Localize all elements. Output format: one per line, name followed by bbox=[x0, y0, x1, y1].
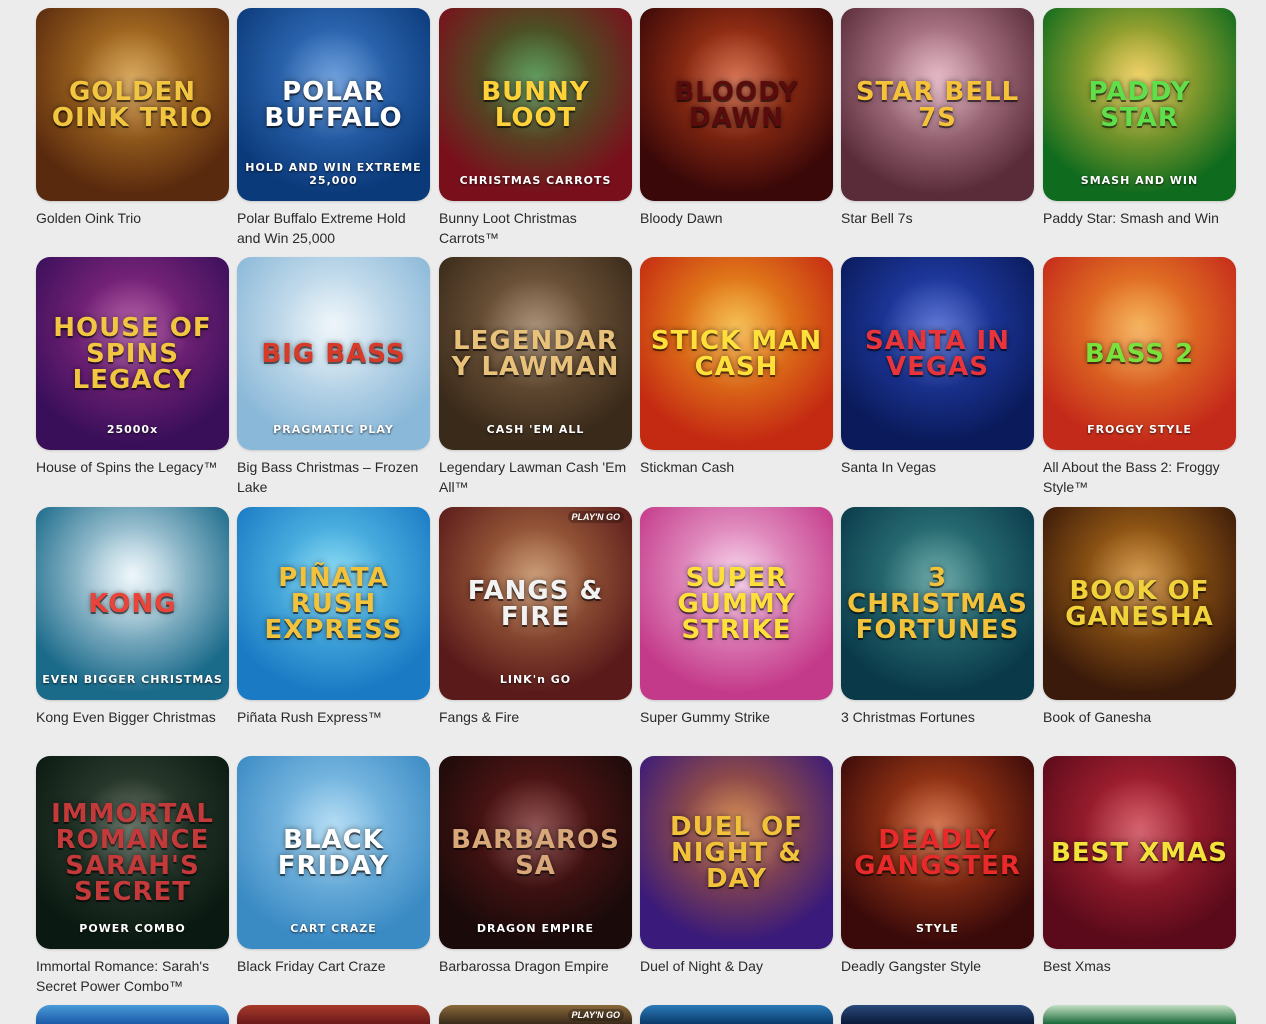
game-title-label[interactable]: 3 Christmas Fortunes bbox=[841, 707, 1031, 727]
game-title-label[interactable]: Piñata Rush Express™ bbox=[237, 707, 427, 727]
game-artwork-title: STAR BELL 7s bbox=[855, 76, 1020, 133]
game-title-label[interactable]: Santa In Vegas bbox=[841, 457, 1031, 477]
game-artwork-title: PIÑATA RUSH EXPRESS bbox=[264, 562, 403, 645]
game-tile-best-xmas[interactable]: BEST XMAS bbox=[1043, 756, 1236, 949]
artwork-glow bbox=[277, 277, 390, 390]
game-tile-partial[interactable] bbox=[640, 1005, 833, 1024]
game-title-label[interactable]: Fangs & Fire bbox=[439, 707, 629, 727]
game-title-label[interactable]: Paddy Star: Smash and Win bbox=[1043, 208, 1233, 228]
game-artwork-subtitle: DRAGON EMPIRE bbox=[476, 922, 595, 935]
game-artwork-title: BUNNY LOOT bbox=[481, 76, 590, 133]
game-artwork-title: BARBAROSSA bbox=[451, 824, 620, 881]
game-title-label[interactable]: Book of Ganesha bbox=[1043, 707, 1233, 727]
game-tile-deadly-gangster-style[interactable]: DEADLY GANGSTER STYLE bbox=[841, 756, 1034, 949]
game-title-label[interactable]: Legendary Lawman Cash 'Em All™ bbox=[439, 457, 629, 497]
game-artwork-subtitle: SMASH AND WIN bbox=[1080, 174, 1199, 187]
artwork-glow bbox=[76, 527, 189, 640]
game-artwork-subtitle: FROGGY STYLE bbox=[1087, 423, 1192, 436]
game-artwork-title: POLAR BUFFALO bbox=[264, 76, 403, 133]
game-tile-duel-of-night-day[interactable]: DUEL OF NIGHT & DAY bbox=[640, 756, 833, 949]
game-tile-super-gummy-strike[interactable]: SUPER GUMMY STRIKE bbox=[640, 507, 833, 700]
game-tile-santa-in-vegas[interactable]: SANTA IN VEGAS bbox=[841, 257, 1034, 450]
game-tile-book-of-ganesha[interactable]: BOOK OF GANESHA bbox=[1043, 507, 1236, 700]
game-title-label[interactable]: Bloody Dawn bbox=[640, 208, 830, 228]
game-title-label[interactable]: All About the Bass 2: Froggy Style™ bbox=[1043, 457, 1233, 497]
game-tile-legendary-lawman-cash-em-all[interactable]: LEGENDARY LAWMAN CASH 'EM ALL bbox=[439, 257, 632, 450]
game-artwork-title: KONG bbox=[88, 588, 177, 619]
game-tile-pi-ata-rush-express[interactable]: PIÑATA RUSH EXPRESS bbox=[237, 507, 430, 700]
artwork-glow bbox=[1083, 277, 1196, 390]
game-tile-immortal-romance-sarah-s-secret-power-combo[interactable]: IMMORTAL ROMANCE SARAH'S SECRET POWER COM… bbox=[36, 756, 229, 949]
game-title-label[interactable]: House of Spins the Legacy™ bbox=[36, 457, 226, 477]
provider-badge: PLAY'N GO bbox=[567, 1009, 624, 1021]
game-tile-golden-oink-trio[interactable]: GOLDEN OINK TRIO bbox=[36, 8, 229, 201]
game-grid: GOLDEN OINK TRIO Golden Oink Trio POLAR BU… bbox=[0, 0, 1266, 1024]
game-title-label[interactable]: Stickman Cash bbox=[640, 457, 830, 477]
game-artwork-title: IMMORTAL ROMANCE SARAH'S SECRET bbox=[51, 798, 214, 907]
game-artwork-subtitle: 25000x bbox=[106, 423, 159, 436]
game-artwork-title: BLOODY DAWN bbox=[674, 76, 799, 133]
game-title-label[interactable]: Big Bass Christmas – Frozen Lake bbox=[237, 457, 427, 497]
game-artwork-subtitle: POWER COMBO bbox=[79, 922, 186, 935]
game-tile-partial[interactable] bbox=[237, 1005, 430, 1024]
game-tile-fangs-fire[interactable]: FANGS & FIRE LINK'n GO PLAY'N GO bbox=[439, 507, 632, 700]
game-tile-paddy-star-smash-and-win[interactable]: PADDY STAR SMASH AND WIN bbox=[1043, 8, 1236, 201]
game-artwork-subtitle: PRAGMATIC PLAY bbox=[273, 423, 394, 436]
game-artwork-title: STICK MAN CASH bbox=[650, 325, 823, 382]
game-title-label[interactable]: Polar Buffalo Extreme Hold and Win 25,00… bbox=[237, 208, 427, 248]
game-artwork-subtitle: STYLE bbox=[916, 922, 959, 935]
game-title-label[interactable]: Golden Oink Trio bbox=[36, 208, 226, 228]
game-title-label[interactable]: Duel of Night & Day bbox=[640, 956, 830, 976]
game-title-label[interactable]: Super Gummy Strike bbox=[640, 707, 830, 727]
game-tile-house-of-spins-the-legacy[interactable]: HOUSE OF SPINS LEGACY 25000x bbox=[36, 257, 229, 450]
game-artwork-subtitle: EVEN BIGGER CHRISTMAS bbox=[42, 673, 223, 686]
game-artwork-title: DUEL OF NIGHT & DAY bbox=[670, 811, 803, 894]
game-tile-big-bass-christmas-frozen-lake[interactable]: BIG BASS PRAGMATIC PLAY bbox=[237, 257, 430, 450]
game-title-label[interactable]: Star Bell 7s bbox=[841, 208, 1031, 228]
game-artwork-subtitle: CASH 'EM ALL bbox=[486, 423, 585, 436]
artwork-glow bbox=[1083, 776, 1196, 889]
game-tile-partial[interactable]: PLAY'N GO bbox=[439, 1005, 632, 1024]
game-tile-partial[interactable] bbox=[841, 1005, 1034, 1024]
provider-badge: PLAY'N GO bbox=[567, 511, 624, 523]
game-tile-3-christmas-fortunes[interactable]: 3 CHRISTMAS FORTUNES bbox=[841, 507, 1034, 700]
game-artwork-title: PADDY STAR bbox=[1088, 76, 1191, 133]
game-title-label[interactable]: Immortal Romance: Sarah's Secret Power C… bbox=[36, 956, 226, 996]
game-tile-partial[interactable] bbox=[1043, 1005, 1236, 1024]
game-artwork-title: FANGS & FIRE bbox=[467, 575, 604, 632]
game-artwork-subtitle: CART CRAZE bbox=[290, 922, 377, 935]
game-title-label[interactable]: Best Xmas bbox=[1043, 956, 1233, 976]
game-tile-black-friday-cart-craze[interactable]: BLACK FRIDAY CART CRAZE bbox=[237, 756, 430, 949]
game-artwork-title: SANTA IN VEGAS bbox=[865, 325, 1010, 382]
game-artwork-subtitle: LINK'n GO bbox=[499, 673, 572, 686]
game-title-label[interactable]: Kong Even Bigger Christmas bbox=[36, 707, 226, 727]
game-artwork-subtitle: HOLD AND WIN EXTREME 25,000 bbox=[245, 161, 422, 187]
game-tile-partial[interactable] bbox=[36, 1005, 229, 1024]
game-tile-barbarossa-dragon-empire[interactable]: BARBAROSSA DRAGON EMPIRE bbox=[439, 756, 632, 949]
game-artwork-title: 3 CHRISTMAS FORTUNES bbox=[847, 562, 1028, 645]
game-artwork-title: BASS 2 bbox=[1084, 338, 1195, 369]
game-artwork-title: LEGENDARY LAWMAN bbox=[451, 325, 620, 382]
game-tile-all-about-the-bass-2-froggy-style[interactable]: BASS 2 FROGGY STYLE bbox=[1043, 257, 1236, 450]
game-artwork-title: SUPER GUMMY STRIKE bbox=[677, 562, 796, 645]
game-artwork-title: BOOK OF GANESHA bbox=[1065, 575, 1214, 632]
game-artwork-title: HOUSE OF SPINS LEGACY bbox=[53, 312, 212, 395]
game-artwork-title: BIG BASS bbox=[261, 338, 406, 369]
game-title-label[interactable]: Black Friday Cart Craze bbox=[237, 956, 427, 976]
game-title-label[interactable]: Bunny Loot Christmas Carrots™ bbox=[439, 208, 629, 248]
game-artwork-title: GOLDEN OINK TRIO bbox=[51, 76, 214, 133]
game-tile-star-bell-7s[interactable]: STAR BELL 7s bbox=[841, 8, 1034, 201]
game-artwork-subtitle: CHRISTMAS CARROTS bbox=[459, 174, 612, 187]
game-tile-stickman-cash[interactable]: STICK MAN CASH bbox=[640, 257, 833, 450]
game-title-label[interactable]: Deadly Gangster Style bbox=[841, 956, 1031, 976]
game-artwork-title: BEST XMAS bbox=[1051, 837, 1228, 868]
game-title-label[interactable]: Barbarossa Dragon Empire bbox=[439, 956, 629, 976]
game-tile-bloody-dawn[interactable]: BLOODY DAWN bbox=[640, 8, 833, 201]
game-tile-bunny-loot-christmas-carrots[interactable]: BUNNY LOOT CHRISTMAS CARROTS bbox=[439, 8, 632, 201]
game-artwork-title: BLACK FRIDAY bbox=[277, 824, 390, 881]
game-tile-polar-buffalo-extreme-hold-and-win-25-000[interactable]: POLAR BUFFALO HOLD AND WIN EXTREME 25,000 bbox=[237, 8, 430, 201]
game-artwork-title: DEADLY GANGSTER bbox=[854, 824, 1021, 881]
game-tile-kong-even-bigger-christmas[interactable]: KONG EVEN BIGGER CHRISTMAS bbox=[36, 507, 229, 700]
